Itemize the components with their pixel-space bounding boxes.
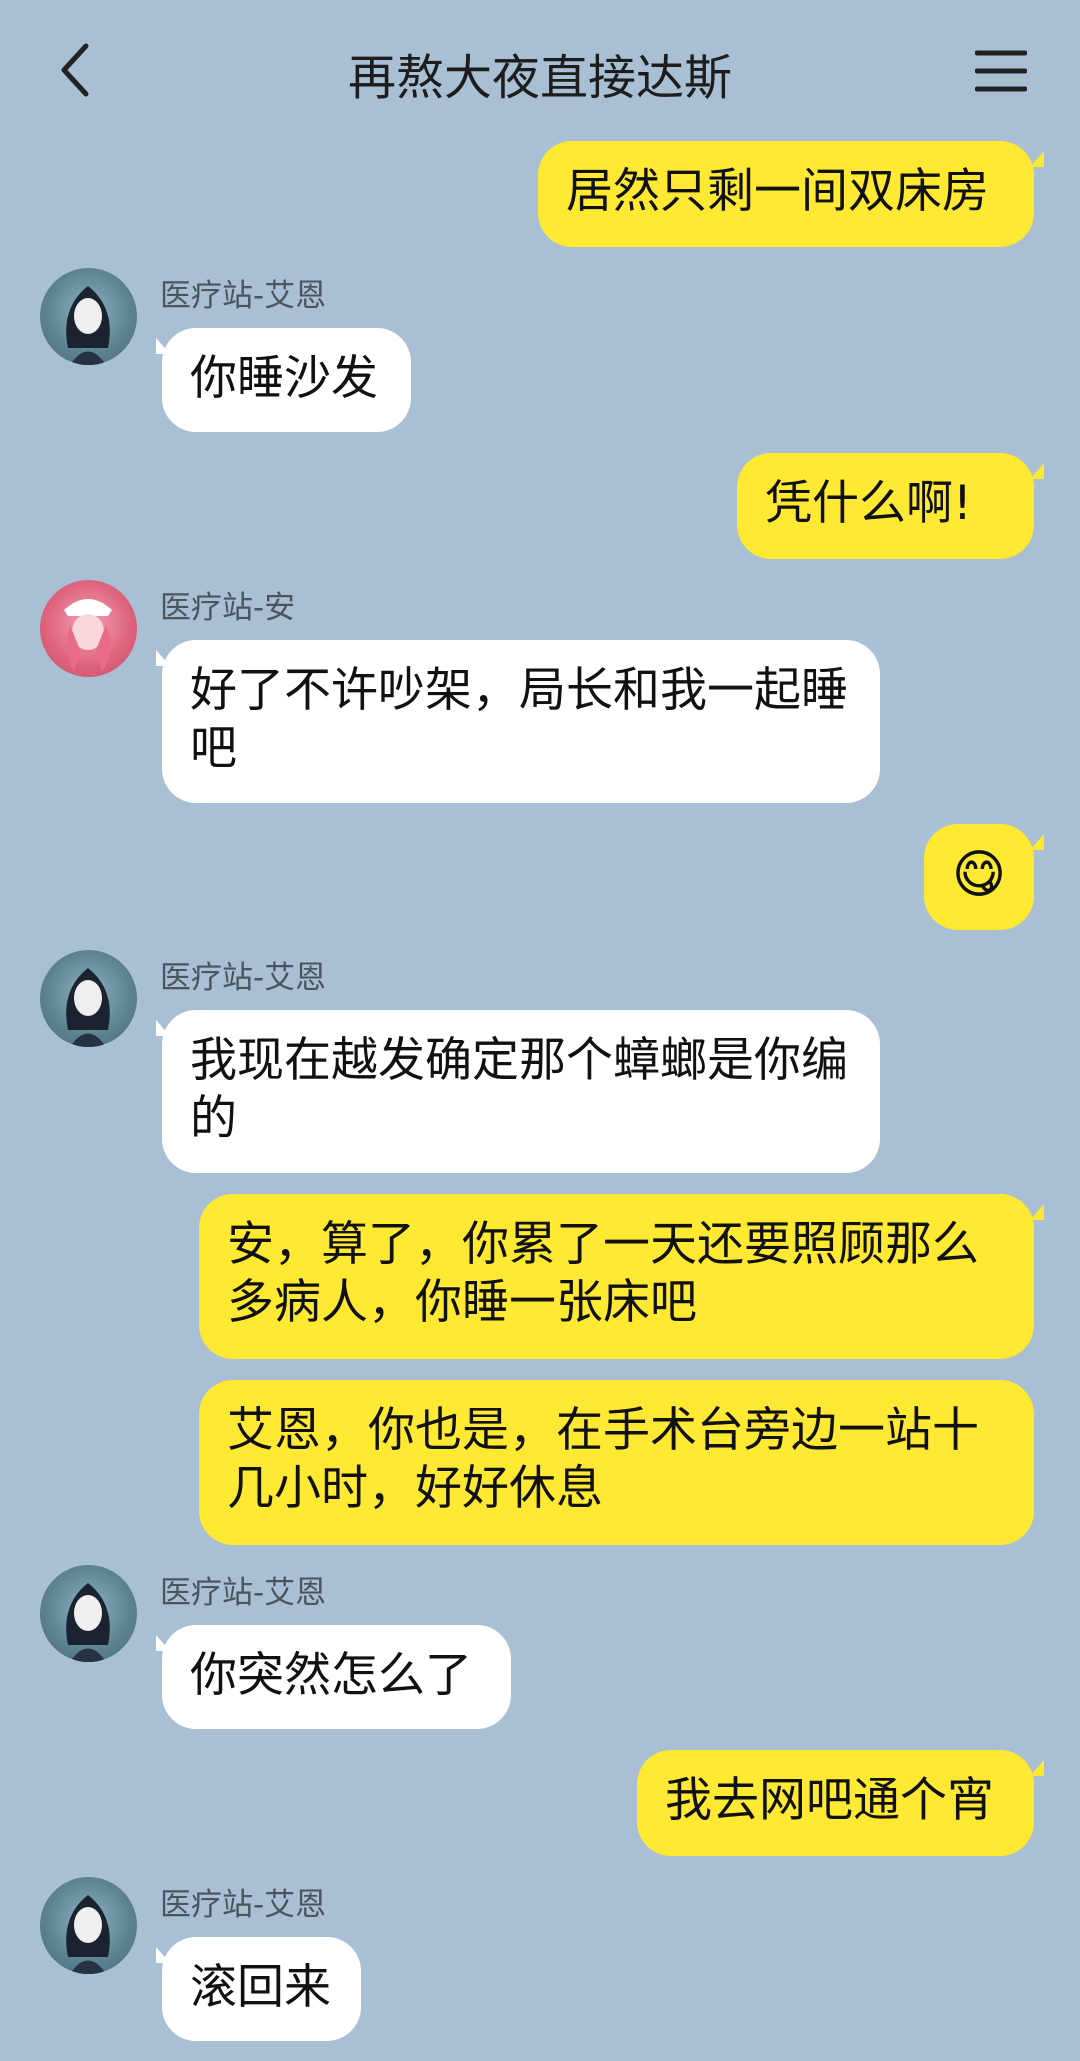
sender-name: 医疗站-安 [160, 590, 296, 626]
message-text: 安，算了，你累了一天还要照顾那么多病人，你睡一张床吧 [227, 1217, 979, 1330]
avatar[interactable] [40, 1877, 137, 1974]
avatar-portrait-icon [64, 599, 112, 672]
sender-name: 医疗站-艾恩 [160, 1887, 327, 1923]
message-bubble-self[interactable]: 居然只剩一间双床房 [538, 141, 1034, 247]
avatar-portrait-icon [66, 1895, 110, 1974]
sender-name: 医疗站-艾恩 [160, 278, 327, 314]
sender-name: 医疗站-艾恩 [160, 1575, 327, 1611]
message-text: 你突然怎么了 [190, 1648, 472, 1703]
message-text: 滚回来 [190, 1960, 331, 2015]
message-bubble-self[interactable]: 凭什么啊! [737, 453, 1034, 559]
avatar[interactable] [40, 950, 137, 1047]
message-text: 😋 [951, 845, 1007, 905]
message-bubble-self[interactable]: 我去网吧通个宵 [637, 1750, 1034, 1856]
message-bubble-self[interactable]: 艾恩，你也是，在手术台旁边一站十几小时，好好休息 [199, 1380, 1034, 1545]
message-text: 艾恩，你也是，在手术台旁边一站十几小时，好好休息 [227, 1403, 979, 1516]
message-text: 我去网吧通个宵 [665, 1773, 994, 1828]
avatar[interactable] [40, 580, 137, 677]
avatar[interactable] [40, 268, 137, 365]
message-bubble-other[interactable]: 你突然怎么了 [162, 1625, 511, 1729]
message-text: 我现在越发确定那个蟑螂是你编的 [190, 1033, 848, 1146]
chat-title: 再熬大夜直接达斯 [347, 50, 732, 106]
sender-name: 医疗站-艾恩 [160, 960, 327, 996]
message-text: 居然只剩一间双床房 [566, 164, 989, 219]
hamburger-menu-icon[interactable] [975, 48, 1027, 94]
chat-header: 再熬大夜直接达斯 [0, 0, 1080, 140]
message-bubble-other[interactable]: 好了不许吵架，局长和我一起睡吧 [162, 640, 880, 803]
avatar-portrait-icon [66, 286, 110, 365]
message-bubble-other[interactable]: 你睡沙发 [162, 328, 411, 432]
avatar-portrait-icon [66, 1583, 110, 1662]
message-bubble-other[interactable]: 我现在越发确定那个蟑螂是你编的 [162, 1010, 880, 1173]
avatar-portrait-icon [66, 968, 110, 1047]
message-text: 你睡沙发 [190, 351, 378, 406]
message-text: 好了不许吵架，局长和我一起睡吧 [190, 663, 848, 776]
avatar[interactable] [40, 1565, 137, 1662]
message-text: 凭什么啊! [765, 476, 972, 531]
message-bubble-other[interactable]: 滚回来 [162, 1937, 361, 2041]
message-bubble-self[interactable]: 安，算了，你累了一天还要照顾那么多病人，你睡一张床吧 [199, 1194, 1034, 1359]
message-bubble-self[interactable]: 😋 [924, 824, 1034, 930]
